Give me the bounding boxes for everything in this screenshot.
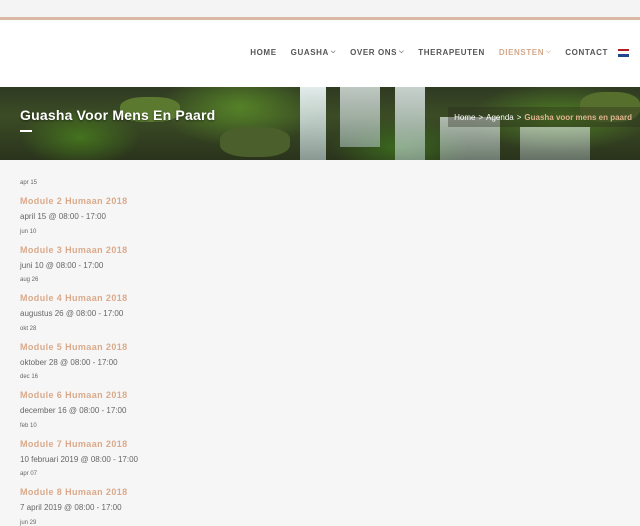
breadcrumb-current: Guasha voor mens en paard xyxy=(524,112,632,122)
main-nav: HOME GUASHA ⌵ OVER ONS ⌵ THERAPEUTEN DIE… xyxy=(236,48,629,57)
event-date: apr 07 xyxy=(20,471,38,477)
nav-over-ons-label: OVER ONS xyxy=(350,48,398,57)
nav-home-label: HOME xyxy=(250,48,277,57)
breadcrumb-separator: > xyxy=(478,112,484,122)
event-time: december 16 @ 08:00 - 17:00 xyxy=(20,406,127,415)
nav-contact[interactable]: CONTACT xyxy=(565,48,608,57)
nav-therapeuten-label: THERAPEUTEN xyxy=(418,48,485,57)
event-title-link[interactable]: Module 4 Humaan 2018 xyxy=(20,293,128,303)
dutch-flag-icon[interactable] xyxy=(618,48,629,57)
nav-therapeuten[interactable]: THERAPEUTEN xyxy=(418,48,485,57)
nav-diensten[interactable]: DIENSTEN ⌵ xyxy=(499,48,551,57)
site-header: HOME GUASHA ⌵ OVER ONS ⌵ THERAPEUTEN DIE… xyxy=(0,20,640,87)
event-date: jun 10 xyxy=(20,228,37,235)
event-title-link[interactable]: Module 6 Humaan 2018 xyxy=(20,390,128,400)
nav-home[interactable]: HOME xyxy=(250,48,276,57)
nav-contact-label: CONTACT xyxy=(565,48,608,57)
waterfall-image xyxy=(340,87,380,147)
event-title-link[interactable]: Module 8 Humaan 2018 xyxy=(20,487,128,497)
breadcrumb: Home > Agenda > Guasha voor mens en paar… xyxy=(448,107,640,127)
nav-guasha[interactable]: GUASHA ⌵ xyxy=(291,48,336,57)
waterfall-image xyxy=(395,87,425,160)
waterfall-image xyxy=(520,127,590,160)
breadcrumb-agenda[interactable]: Agenda xyxy=(486,113,514,122)
chevron-down-icon: ⌵ xyxy=(546,49,552,55)
event-date: okt 28 xyxy=(20,325,37,332)
chevron-down-icon: ⌵ xyxy=(330,49,337,55)
nav-guasha-label: GUASHA xyxy=(290,48,329,57)
nav-diensten-label: DIENSTEN xyxy=(498,48,545,57)
event-date: aug 26 xyxy=(20,277,39,283)
event-time: oktober 28 @ 08:00 - 17:00 xyxy=(20,357,118,367)
page-hero-banner: Guasha Voor Mens En Paard Home > Agenda … xyxy=(0,87,640,160)
event-time: 7 april 2019 @ 08:00 - 17:00 xyxy=(20,503,122,512)
event-date: apr 15 xyxy=(20,180,38,186)
event-date: feb 10 xyxy=(20,422,37,429)
event-title-link[interactable]: Module 7 Humaan 2018 xyxy=(20,439,128,449)
top-strip xyxy=(0,0,640,20)
nav-over-ons[interactable]: OVER ONS ⌵ xyxy=(350,48,404,57)
event-title-link[interactable]: Module 2 Humaan 2018 xyxy=(20,196,128,206)
event-date: dec 16 xyxy=(20,374,39,380)
waterfall-image xyxy=(300,87,326,160)
event-title-link[interactable]: Module 3 Humaan 2018 xyxy=(20,245,128,255)
breadcrumb-separator: > xyxy=(516,112,522,122)
event-time: 10 februari 2019 @ 08:00 - 17:00 xyxy=(20,454,138,464)
event-time: april 15 @ 08:00 - 17:00 xyxy=(20,212,106,221)
chevron-down-icon: ⌵ xyxy=(399,49,405,55)
event-date: jun 29 xyxy=(20,519,37,526)
event-time: juni 10 @ 08:00 - 17:00 xyxy=(20,260,104,270)
page-title: Guasha Voor Mens En Paard xyxy=(20,107,216,123)
moss-rock-image xyxy=(220,127,290,157)
event-time: augustus 26 @ 08:00 - 17:00 xyxy=(20,309,124,318)
breadcrumb-home[interactable]: Home xyxy=(454,113,475,122)
event-title-link[interactable]: Module 5 Humaan 2018 xyxy=(20,342,128,352)
title-underline xyxy=(20,130,32,132)
